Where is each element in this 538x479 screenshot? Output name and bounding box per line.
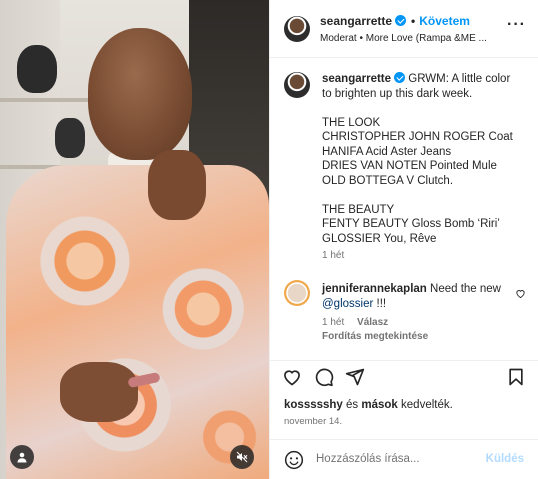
comment-timestamp[interactable]: 1 hét <box>322 317 344 328</box>
hand-holding-lipstick <box>60 362 138 422</box>
caption-line: GLOSSIER You, Rêve <box>322 232 437 245</box>
heart-icon[interactable] <box>282 367 302 387</box>
comment-body-end: !!! <box>376 298 387 310</box>
caption-line: DRIES VAN NOTEN Pointed Mule <box>322 160 497 172</box>
comments-section: seangarrette GRWM: A little color to bri… <box>270 58 538 360</box>
caption-line: GRWM: A little color <box>408 73 511 85</box>
caption-line: FENTY BEAUTY Gloss Bomb ‘Riri’ <box>322 218 500 230</box>
caption-timestamp[interactable]: 1 hét <box>322 250 344 261</box>
username-link[interactable]: seangarrette <box>320 14 392 28</box>
post-side-panel: seangarrette • Követem Moderat • More Love… <box>269 0 538 479</box>
vase-decoration <box>55 118 85 158</box>
follow-button[interactable]: Követem <box>419 14 470 28</box>
post-image[interactable] <box>0 0 269 479</box>
comment-body: Need the new <box>430 283 501 295</box>
caption-gap <box>322 101 527 116</box>
add-comment-bar: Hozzászólás írása... Küldés <box>270 439 538 479</box>
caption-line: OLD BOTTEGA V Clutch. <box>322 174 454 187</box>
caption-line: to brighten up this dark week. <box>322 87 473 100</box>
emoji-icon[interactable] <box>284 450 304 470</box>
share-icon[interactable] <box>345 367 365 387</box>
mention-link[interactable]: @glossier <box>322 298 373 310</box>
avatar[interactable] <box>284 16 310 42</box>
muted-speaker-icon <box>236 451 248 463</box>
vase-decoration <box>17 45 57 93</box>
more-options-icon[interactable]: ··· <box>507 17 526 33</box>
patterned-coat <box>6 165 269 479</box>
likes-and: és <box>346 399 359 411</box>
verified-icon <box>394 72 406 83</box>
action-bar <box>270 360 538 398</box>
mute-button[interactable] <box>230 445 254 469</box>
reply-button[interactable]: Válasz <box>357 317 388 328</box>
likes-summary: kossssshy és mások kedvelték. <box>284 399 453 411</box>
user-tag-icon <box>17 452 27 463</box>
see-translation-link[interactable]: Fordítás megtekintése <box>322 331 428 342</box>
bookmark-icon[interactable] <box>506 367 526 387</box>
header-username-row: seangarrette • Követem <box>320 14 470 28</box>
shelf-line <box>0 98 90 102</box>
caption-line: CHRISTOPHER JOHN ROGER Coat <box>322 131 513 143</box>
caption-line: THE LOOK <box>322 116 381 129</box>
caption-text: seangarrette GRWM: A little color to bri… <box>322 72 527 246</box>
comment-input[interactable]: Hozzászólás írása... <box>316 453 420 465</box>
verified-icon <box>395 15 407 26</box>
post-header: seangarrette • Követem Moderat • More Love… <box>270 0 538 58</box>
comment-meta: 1 hét Válasz <box>322 317 388 328</box>
likes-suffix: kedvelték. <box>401 399 453 411</box>
hand-raised <box>148 150 206 220</box>
others-link[interactable]: mások <box>361 399 397 411</box>
comment-icon[interactable] <box>314 367 334 387</box>
post-date[interactable]: november 14. <box>284 416 342 427</box>
comment-text: jenniferannekaplan Need the new @glossie… <box>322 282 510 312</box>
avatar[interactable] <box>284 280 310 306</box>
liker-username[interactable]: kossssshy <box>284 399 343 411</box>
user-tag-button[interactable] <box>10 445 34 469</box>
avatar[interactable] <box>284 72 310 98</box>
instagram-post: seangarrette • Követem Moderat • More Love… <box>0 0 538 479</box>
caption-gap <box>322 188 527 203</box>
comment-like-icon[interactable] <box>515 288 526 299</box>
person-head <box>88 28 192 160</box>
comment-username[interactable]: jenniferannekaplan <box>322 283 427 295</box>
post-comment-button[interactable]: Küldés <box>486 453 524 465</box>
caption-line: HANIFA Acid Aster Jeans <box>322 145 452 158</box>
audio-track-link[interactable]: Moderat • More Love (Rampa &ME ... <box>320 33 490 44</box>
caption-line: THE BEAUTY <box>322 203 395 216</box>
caption-username[interactable]: seangarrette <box>322 73 391 85</box>
separator-dot: • <box>411 14 416 28</box>
